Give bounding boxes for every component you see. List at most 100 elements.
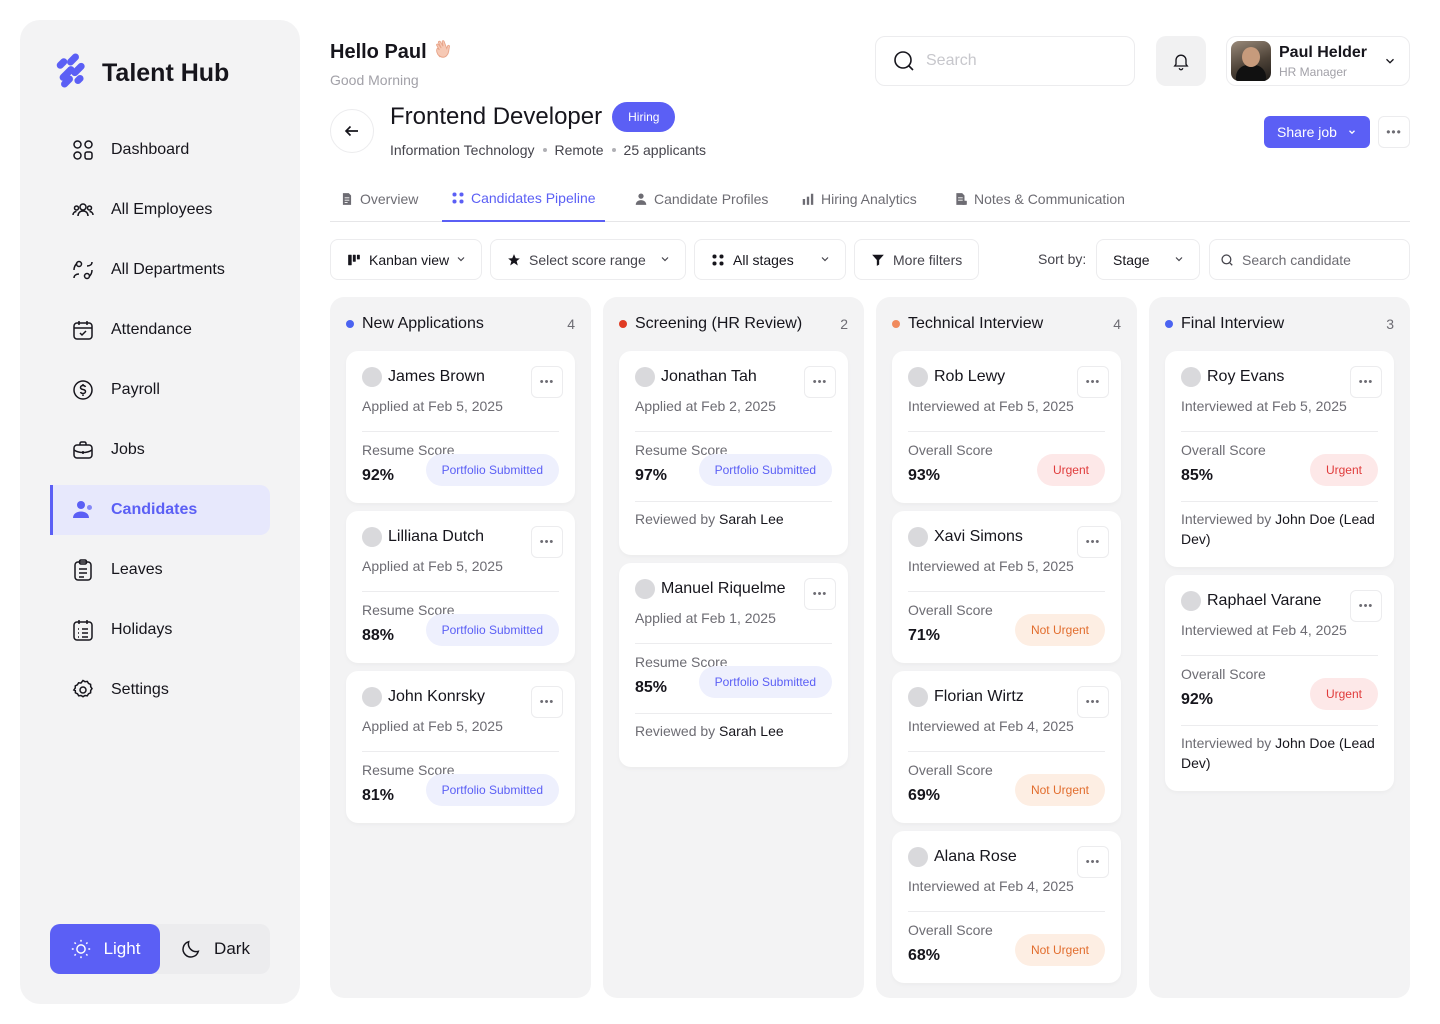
brand[interactable]: Talent Hub [52,52,229,95]
search-icon [1221,253,1233,266]
candidate-date: Applied at Feb 1, 2025 [635,610,776,626]
score-value: 81% [362,787,395,804]
candidate-card[interactable]: Raphael Varane ••• Interviewed at Feb 4, 2… [1165,575,1394,791]
card-more-button[interactable]: ••• [804,578,836,610]
job-location: Remote [554,142,604,158]
candidate-card[interactable]: John Konrsky ••• Applied at Feb 5, 2025 Res… [346,671,575,823]
sidebar-item-holidays[interactable]: Holidays [50,605,270,655]
ellipsis-icon: ••• [539,536,555,548]
share-job-label: Share job [1277,124,1337,140]
tab-candidates-pipeline[interactable]: Candidates Pipeline [442,176,605,222]
gear-icon [72,679,93,698]
list-icon [73,620,93,641]
candidate-name: Jonathan Tah [661,368,757,385]
departments-icon [73,260,93,280]
avatar [635,367,655,387]
candidate-search-placeholder: Search candidate [1242,251,1351,268]
user-profile-menu[interactable]: Paul Helder HR Manager [1226,36,1410,86]
status-badge: Not Urgent [1014,614,1105,646]
column-header: Final Interview 3 [1165,315,1394,333]
card-more-button[interactable]: ••• [1077,526,1109,558]
candidate-card[interactable]: Lilliana Dutch ••• Applied at Feb 5, 2025 R… [346,511,575,663]
tab-notes-communication[interactable]: Notes & Communication [954,176,1125,222]
sidebar-item-candidates[interactable]: Candidates [50,485,270,535]
reviewer-name: Sarah Lee [719,723,784,739]
search-input[interactable] [926,52,1116,70]
avatar [908,847,928,867]
back-button[interactable] [330,109,374,153]
candidate-card[interactable]: Manuel Riquelme ••• Applied at Feb 1, 2025… [619,563,848,767]
tab-candidate-profiles[interactable]: Candidate Profiles [634,176,768,222]
briefcase-icon [73,441,93,459]
score-value: 71% [908,627,941,644]
candidate-date: Interviewed at Feb 5, 2025 [908,558,1074,574]
clipboard-icon [74,559,92,581]
stages-select[interactable]: All stages [694,239,846,280]
divider [1181,725,1378,726]
more-options-button[interactable]: ••• [1378,116,1410,148]
sidebar-item-all-employees[interactable]: All Employees [50,185,270,235]
card-more-button[interactable]: ••• [531,526,563,558]
avatar [362,687,382,707]
card-more-button[interactable]: ••• [1077,686,1109,718]
column-technical-interview: Technical Interview 4 Rob Lewy ••• Interview… [876,297,1137,998]
status-badge: Portfolio Submitted [698,454,832,486]
column-new-applications: New Applications 4 James Brown ••• Applied a… [330,297,591,998]
chevron-down-icon [1175,257,1183,262]
column-count: 4 [567,316,575,332]
dark-theme-button[interactable]: Dark [160,924,270,974]
candidate-date: Applied at Feb 2, 2025 [635,398,776,414]
sidebar-item-all-departments[interactable]: All Departments [50,245,270,295]
card-more-button[interactable]: ••• [1350,590,1382,622]
status-badge: Not Urgent [1014,774,1105,806]
card-more-button[interactable]: ••• [1077,366,1109,398]
sidebar-item-leaves[interactable]: Leaves [50,545,270,595]
card-more-button[interactable]: ••• [531,686,563,718]
score-label: Overall Score [1181,666,1266,682]
candidate-card[interactable]: James Brown ••• Applied at Feb 5, 2025 Resu… [346,351,575,503]
avatar [1181,591,1201,611]
sidebar-item-attendance[interactable]: Attendance [50,305,270,355]
sidebar-item-settings[interactable]: Settings [50,665,270,715]
candidate-name: Roy Evans [1207,368,1285,385]
card-more-button[interactable]: ••• [531,366,563,398]
score-label: Overall Score [908,602,993,618]
ellipsis-icon: ••• [1085,536,1101,548]
card-more-button[interactable]: ••• [1350,366,1382,398]
tab-overview[interactable]: Overview [340,176,418,222]
sidebar-item-jobs[interactable]: Jobs [50,425,270,475]
candidate-name: Rob Lewy [934,368,1006,385]
score-range-select[interactable]: Select score range [490,239,686,280]
arrow-left-icon [344,125,358,137]
candidate-card[interactable]: Xavi Simons ••• Interviewed at Feb 5, 2025… [892,511,1121,663]
notifications-button[interactable] [1156,36,1206,86]
job-tabs: Overview Candidates Pipeline Candidate P… [330,176,1410,222]
candidate-card[interactable]: Rob Lewy ••• Interviewed at Feb 5, 2025 Ove… [892,351,1121,503]
reviewer-name: Sarah Lee [719,511,784,527]
user-name: Paul Helder [1279,43,1368,61]
more-filters-button[interactable]: More filters [854,239,979,280]
candidate-name: Florian Wirtz [934,688,1024,705]
global-search[interactable] [875,36,1135,86]
card-more-button[interactable]: ••• [804,366,836,398]
sidebar-item-dashboard[interactable]: Dashboard [50,125,270,175]
candidate-card[interactable]: Jonathan Tah ••• Applied at Feb 2, 2025 Res… [619,351,848,555]
share-job-button[interactable]: Share job [1264,116,1370,148]
candidate-date: Interviewed at Feb 4, 2025 [908,718,1074,734]
sidebar-item-payroll[interactable]: Payroll [50,365,270,415]
light-theme-button[interactable]: Light [50,924,160,974]
tab-hiring-analytics[interactable]: Hiring Analytics [801,176,917,222]
view-select[interactable]: Kanban view [330,239,482,280]
footer-prefix: Interviewed by [1181,735,1272,751]
candidate-card[interactable]: Florian Wirtz ••• Interviewed at Feb 4, 20… [892,671,1121,823]
candidate-search[interactable]: Search candidate [1209,239,1410,280]
divider [908,751,1105,752]
column-title: Technical Interview [908,315,1044,332]
card-more-button[interactable]: ••• [1077,846,1109,878]
candidate-card[interactable]: Roy Evans ••• Interviewed at Feb 5, 2025 Ov… [1165,351,1394,567]
job-title: Frontend Developer [390,103,603,130]
moon-icon [182,940,200,958]
candidate-card[interactable]: Alana Rose ••• Interviewed at Feb 4, 2025 O… [892,831,1121,983]
footer-prefix: Reviewed by [635,511,716,527]
sort-select[interactable]: Stage [1096,239,1200,280]
